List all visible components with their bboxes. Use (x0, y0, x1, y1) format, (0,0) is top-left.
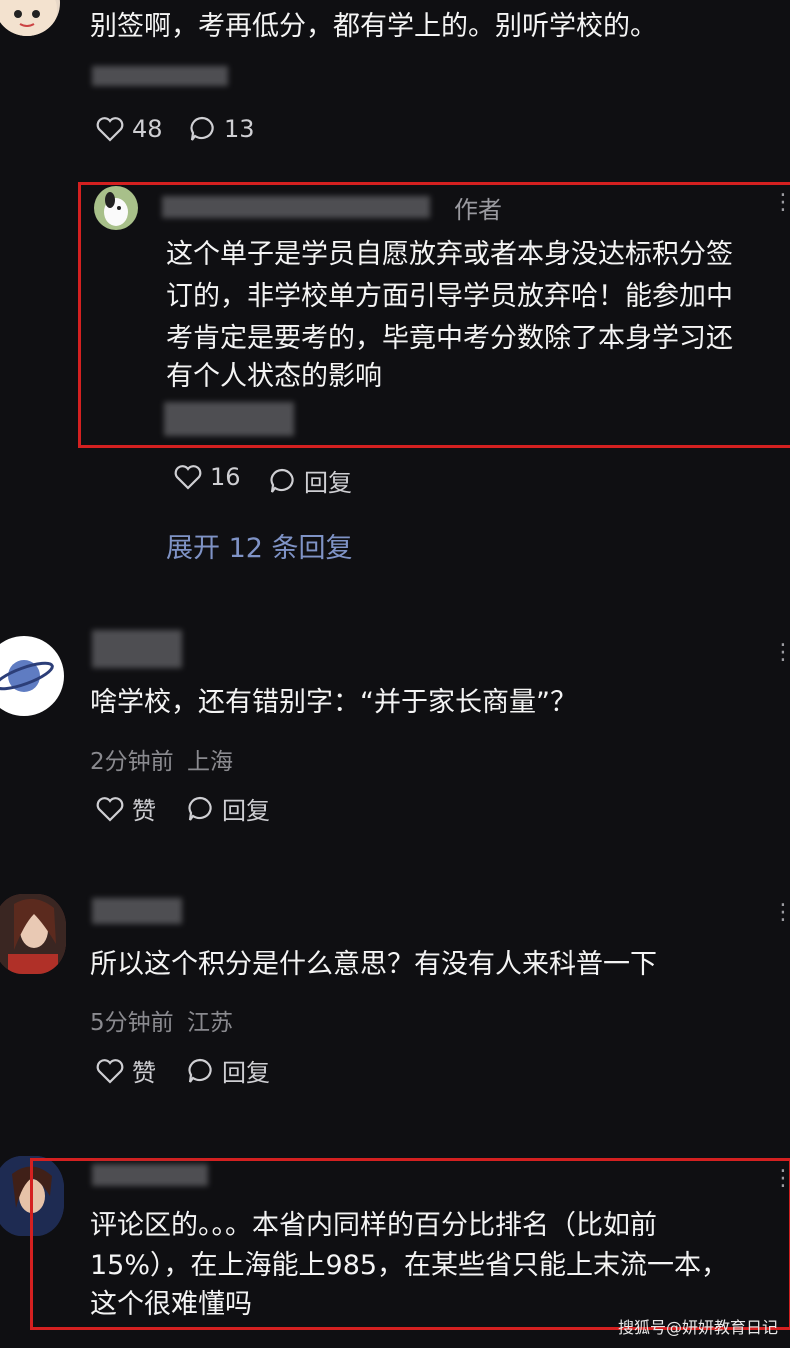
avatar-image (0, 0, 57, 36)
comment-text: 所以这个积分是什么意思？有没有人来科普一下 (90, 949, 657, 980)
reply-button[interactable]: 13 (188, 115, 255, 143)
heart-icon (96, 117, 124, 142)
blurred-meta (92, 66, 228, 86)
reply-label: 回复 (304, 469, 352, 497)
blurred-username (92, 898, 182, 924)
like-count: 16 (210, 463, 241, 491)
reply-line-3: 考肯定是要考的，毕竟中考分数除了本身学习还 (166, 323, 733, 354)
comment-bubble-icon (270, 468, 294, 493)
heart-icon (96, 796, 124, 822)
blurred-username (92, 1164, 208, 1186)
heart-icon (96, 1058, 124, 1084)
comment-bubble-icon (190, 116, 214, 141)
expand-replies-link[interactable]: 展开 12 条回复 (166, 526, 353, 565)
avatar-image (0, 894, 66, 974)
comment-line-3: 这个很难懂吗 (90, 1289, 252, 1320)
more-options-icon[interactable]: ⋮ (772, 640, 790, 665)
comment-text: 别签啊，考再低分，都有学上的。别听学校的。 (90, 11, 657, 42)
reply-button[interactable]: 回复 (268, 463, 352, 498)
blurred-username (92, 630, 182, 668)
more-options-icon[interactable]: ⋮ (772, 1166, 790, 1191)
more-options-icon[interactable]: ⋮ (772, 900, 790, 925)
like-label: 赞 (132, 1059, 156, 1087)
avatar-image (104, 192, 128, 226)
like-button[interactable]: 赞 (96, 1053, 156, 1088)
comment-meta: 2分钟前 上海 (90, 742, 233, 776)
like-button[interactable]: 48 (96, 115, 163, 143)
blurred-meta (164, 402, 294, 436)
author-badge: 作者 (454, 196, 502, 224)
avatar[interactable] (0, 636, 64, 716)
more-options-icon[interactable]: ⋮ (772, 190, 790, 215)
like-button[interactable]: 赞 (96, 791, 156, 826)
comment-location: 江苏 (186, 1010, 233, 1036)
avatar[interactable] (0, 0, 60, 36)
comment-time: 5分钟前 (90, 1010, 174, 1036)
comment-time: 2分钟前 (90, 749, 174, 775)
comment-bubble-icon (188, 796, 212, 821)
comment-text: 啥学校，还有错别字：“并于家长商量”？ (90, 687, 577, 718)
comment-location: 上海 (186, 749, 233, 775)
reply-button[interactable]: 回复 (186, 791, 270, 826)
avatar[interactable] (0, 894, 66, 974)
reply-line-2: 订的，非学校单方面引导学员放弃哈！能参加中 (166, 281, 733, 312)
blurred-username (162, 196, 430, 218)
comment-bubble-icon (188, 1058, 212, 1083)
like-button[interactable]: 16 (174, 463, 241, 491)
comment-line-1: 评论区的。。。本省内同样的百分比排名（比如前 (90, 1210, 657, 1241)
reply-label: 回复 (222, 1059, 270, 1087)
heart-icon (174, 465, 202, 490)
comment-line-2: 15%），在上海能上985，在某些省只能上末流一本， (90, 1250, 729, 1281)
reply-button[interactable]: 回复 (186, 1053, 270, 1088)
like-count: 48 (132, 115, 163, 143)
reply-line-1: 这个单子是学员自愿放弃或者本身没达标积分签 (166, 239, 733, 270)
reply-label: 回复 (222, 797, 270, 825)
planet-icon (0, 660, 54, 692)
reply-line-4: 有个人状态的影响 (166, 361, 382, 392)
avatar[interactable] (94, 186, 138, 230)
reply-count: 13 (224, 115, 255, 143)
comment-meta: 5分钟前 江苏 (90, 1003, 233, 1037)
watermark: 搜狐号@妍妍教育日记 (617, 1318, 778, 1337)
like-label: 赞 (132, 797, 156, 825)
